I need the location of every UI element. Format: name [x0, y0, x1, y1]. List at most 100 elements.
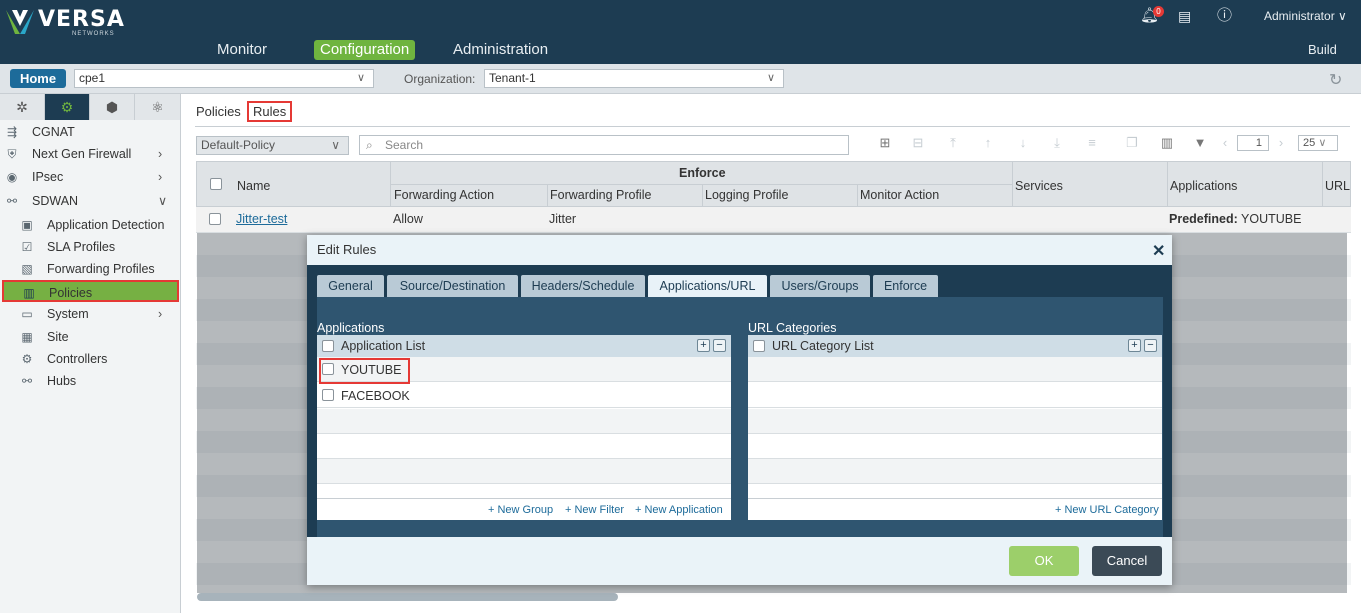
refresh-icon[interactable]: ↻ — [1329, 70, 1342, 90]
network-icon[interactable]: ✲ — [0, 94, 45, 120]
prev-page-icon[interactable]: ‹ — [1218, 135, 1232, 151]
filter-icon[interactable]: ▼ — [1193, 135, 1207, 151]
sidebar-item-ipsec[interactable]: ◉ IPsec › — [0, 166, 180, 188]
facebook-checkbox[interactable] — [322, 389, 334, 401]
select-all-url-categories-checkbox[interactable] — [753, 340, 765, 352]
chevron-down-icon: ∨ — [766, 72, 775, 84]
chevron-right-icon: › — [158, 147, 163, 161]
column-services[interactable]: Services — [1015, 179, 1063, 193]
url-category-list-header: URL Category List + − — [748, 335, 1162, 357]
remove-icon[interactable]: − — [1144, 339, 1157, 352]
tab-policies[interactable]: Policies — [196, 104, 241, 119]
info-icon[interactable]: ⓘ — [1217, 6, 1232, 26]
sidebar-item-application-detection[interactable]: ▣ Application Detection — [0, 214, 180, 236]
chevron-down-icon: ∨ — [1318, 137, 1327, 149]
device-select[interactable]: cpe1 ∨ — [74, 69, 374, 88]
sidebar-item-label: System — [47, 307, 89, 321]
clone-icon[interactable]: ❐ — [1125, 135, 1139, 151]
applications-prefix: Predefined: — [1169, 212, 1238, 226]
sidebar-item-sla-profiles[interactable]: ☑ SLA Profiles — [0, 236, 180, 258]
gear-icon[interactable]: ⚙ — [45, 94, 90, 120]
ok-button[interactable]: OK — [1009, 546, 1079, 576]
page-number-input[interactable]: 1 — [1237, 135, 1269, 151]
column-applications[interactable]: Applications — [1170, 179, 1237, 193]
columns-icon[interactable]: ▥ — [1160, 135, 1174, 151]
empty-row — [748, 459, 1162, 484]
column-name[interactable]: Name — [237, 179, 270, 193]
sidebar-item-site[interactable]: ▦ Site — [0, 326, 180, 348]
search-input[interactable]: ⌕ Search — [359, 135, 849, 155]
column-forwarding-profile[interactable]: Forwarding Profile — [550, 188, 651, 202]
versa-logo[interactable]: VERSA NETWORKS — [6, 6, 124, 37]
chevron-down-icon: ∨ — [331, 138, 340, 152]
versa-logo-icon — [6, 10, 34, 34]
add-icon[interactable]: + — [697, 339, 710, 352]
sidebar-item-cgnat[interactable]: ⇶ CGNAT — [0, 121, 180, 143]
sidebar-item-system[interactable]: ▭ System › — [0, 303, 180, 325]
home-button[interactable]: Home — [10, 69, 66, 88]
sidebar-item-hubs[interactable]: ⚯ Hubs — [0, 370, 180, 392]
add-icon[interactable]: + — [1128, 339, 1141, 352]
move-to-icon[interactable]: ≡ — [1085, 135, 1099, 151]
page-size-select[interactable]: 25 ∨ — [1298, 135, 1338, 151]
build-link[interactable]: Build — [1308, 42, 1337, 57]
tab-general[interactable]: General — [317, 275, 384, 297]
sidebar-item-label: SLA Profiles — [47, 240, 116, 254]
remove-icon[interactable]: − — [713, 339, 726, 352]
tab-divider — [195, 126, 1350, 127]
device-select-value: cpe1 — [79, 71, 106, 85]
new-group-link[interactable]: + New Group — [488, 504, 553, 516]
chevron-down-icon: ∨ — [158, 194, 168, 208]
remove-icon[interactable]: ⊟ — [911, 135, 925, 151]
column-forwarding-action[interactable]: Forwarding Action — [394, 188, 494, 202]
table-row[interactable]: Jitter-test Allow Jitter Predefined: YOU… — [196, 207, 1351, 233]
add-icon[interactable]: ⊞ — [878, 135, 892, 151]
sidebar-item-forwarding-profiles[interactable]: ▧ Forwarding Profiles — [0, 258, 180, 280]
empty-row — [748, 383, 1162, 408]
select-all-checkbox[interactable] — [210, 178, 222, 190]
column-logging-profile[interactable]: Logging Profile — [705, 188, 788, 202]
tab-users-groups[interactable]: Users/Groups — [770, 275, 870, 297]
forwarding-profiles-icon: ▧ — [21, 262, 33, 276]
select-all-applications-checkbox[interactable] — [322, 340, 334, 352]
nav-administration[interactable]: Administration — [447, 40, 554, 60]
next-page-icon[interactable]: › — [1274, 135, 1288, 151]
cancel-button[interactable]: Cancel — [1092, 546, 1162, 576]
policy-select[interactable]: Default-Policy ∨ — [196, 136, 349, 155]
sidebar-item-next-gen-firewall[interactable]: ⛨ Next Gen Firewall › — [0, 143, 180, 165]
move-top-icon[interactable]: ⤒ — [946, 135, 960, 151]
move-up-icon[interactable]: ↑ — [981, 135, 995, 151]
sidebar-item-sdwan[interactable]: ⚯ SDWAN ∨ — [0, 190, 180, 212]
nav-configuration[interactable]: Configuration — [314, 40, 416, 60]
column-url[interactable]: URL — [1325, 179, 1350, 193]
organization-select[interactable]: Tenant-1 ∨ — [484, 69, 784, 88]
settings-globe-icon[interactable]: ⚛ — [135, 94, 181, 120]
cube-icon[interactable]: ⬢ — [90, 94, 135, 120]
sidebar-item-controllers[interactable]: ⚙ Controllers — [0, 348, 180, 370]
notification-badge: 0 — [1153, 6, 1164, 17]
close-icon[interactable]: ✕ — [1152, 241, 1165, 261]
new-application-link[interactable]: + New Application — [635, 504, 723, 516]
tab-headers-schedule[interactable]: Headers/Schedule — [521, 275, 645, 297]
clipboard-icon[interactable]: ▤ — [1178, 6, 1191, 26]
nav-monitor[interactable]: Monitor — [211, 40, 273, 60]
rules-grid-header: Name Enforce Forwarding Action Forwardin… — [196, 161, 1351, 208]
move-bottom-icon[interactable]: ⤓ — [1050, 135, 1064, 151]
tab-source-destination[interactable]: Source/Destination — [387, 275, 518, 297]
row-checkbox[interactable] — [209, 213, 221, 225]
horizontal-scrollbar[interactable] — [197, 593, 618, 601]
sidebar-item-policies[interactable]: ▥ Policies — [2, 280, 179, 302]
column-monitor-action[interactable]: Monitor Action — [860, 188, 939, 202]
new-filter-link[interactable]: + New Filter — [565, 504, 624, 516]
list-item[interactable]: FACEBOOK — [317, 383, 731, 408]
tab-applications-url[interactable]: Applications/URL — [648, 275, 767, 297]
new-url-category-link[interactable]: + New URL Category — [1055, 504, 1159, 516]
system-icon: ▭ — [21, 307, 33, 321]
dialog-title: Edit Rules — [307, 235, 1172, 265]
empty-row — [748, 409, 1162, 434]
move-down-icon[interactable]: ↓ — [1016, 135, 1030, 151]
user-menu[interactable]: Administrator ∨ — [1264, 6, 1347, 26]
rule-name-link[interactable]: Jitter-test — [236, 212, 287, 226]
tab-rules[interactable]: Rules — [247, 101, 293, 122]
tab-enforce[interactable]: Enforce — [873, 275, 938, 297]
